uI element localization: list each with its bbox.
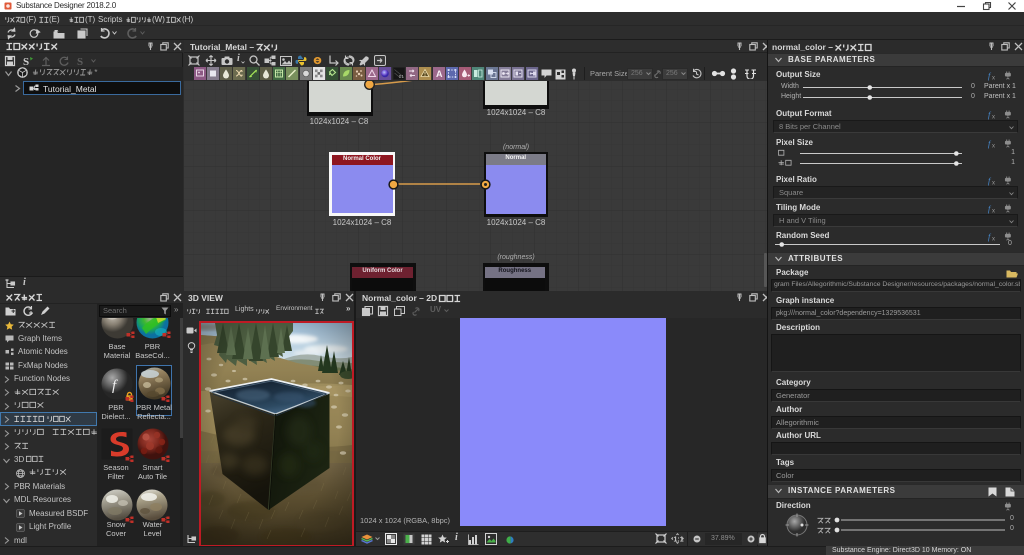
svg-text:x: x xyxy=(992,144,995,150)
svg-text:01: 01 xyxy=(398,74,404,79)
svg-text:A: A xyxy=(436,69,443,79)
svg-text:x: x xyxy=(992,76,995,82)
